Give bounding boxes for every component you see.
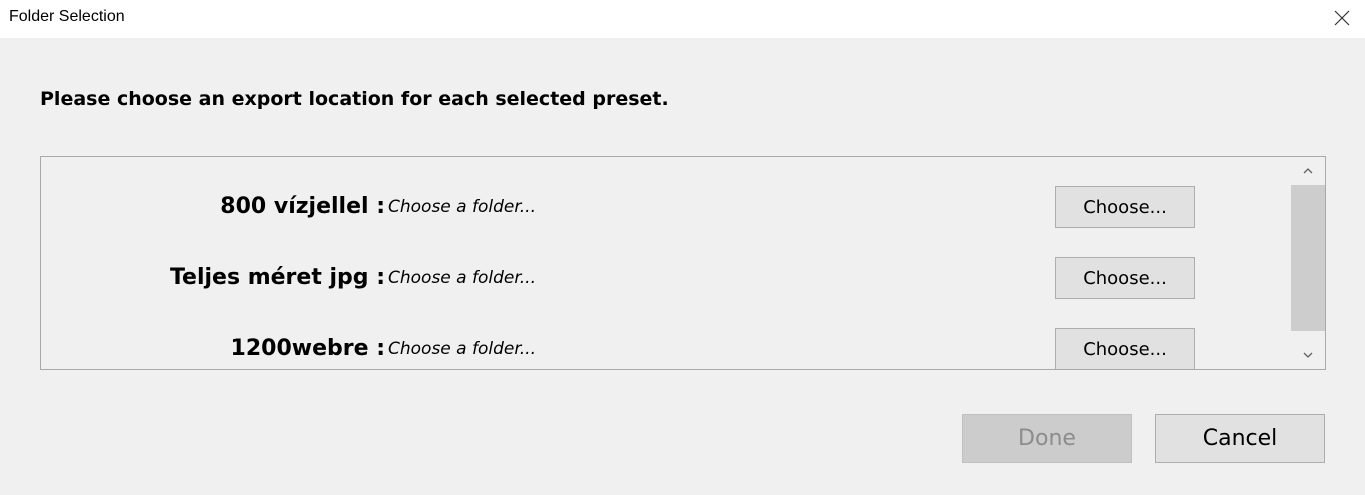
choose-folder-button[interactable]: Choose... <box>1055 257 1195 299</box>
done-button[interactable]: Done <box>962 414 1132 463</box>
preset-row: Teljes méret jpg : Choose a folder... Ch… <box>41 257 1291 301</box>
preset-list: 800 vízjellel : Choose a folder... Choos… <box>40 156 1326 370</box>
folder-selection-dialog: Folder Selection Please choose an export… <box>0 0 1365 495</box>
title-bar: Folder Selection <box>0 0 1365 38</box>
close-icon <box>1334 10 1350 26</box>
preset-row: 800 vízjellel : Choose a folder... Choos… <box>41 186 1291 230</box>
preset-row: 1200webre : Choose a folder... Choose... <box>41 328 1291 369</box>
preset-name: 800 vízjellel : <box>220 194 385 219</box>
folder-path: Choose a folder... <box>388 268 536 288</box>
instruction-heading: Please choose an export location for eac… <box>40 88 669 110</box>
scroll-up-button[interactable] <box>1291 157 1325 185</box>
choose-folder-button[interactable]: Choose... <box>1055 328 1195 369</box>
folder-path: Choose a folder... <box>388 339 536 359</box>
chevron-up-icon <box>1303 168 1313 174</box>
scroll-thumb[interactable] <box>1291 185 1325 331</box>
preset-name: 1200webre : <box>230 336 385 361</box>
close-button[interactable] <box>1319 0 1365 36</box>
choose-folder-button[interactable]: Choose... <box>1055 186 1195 228</box>
window-title: Folder Selection <box>9 8 125 25</box>
chevron-down-icon <box>1303 352 1313 358</box>
cancel-button[interactable]: Cancel <box>1155 414 1325 463</box>
preset-name: Teljes méret jpg : <box>169 265 385 290</box>
folder-path: Choose a folder... <box>388 197 536 217</box>
scroll-down-button[interactable] <box>1291 341 1325 369</box>
vertical-scrollbar[interactable] <box>1291 157 1325 369</box>
